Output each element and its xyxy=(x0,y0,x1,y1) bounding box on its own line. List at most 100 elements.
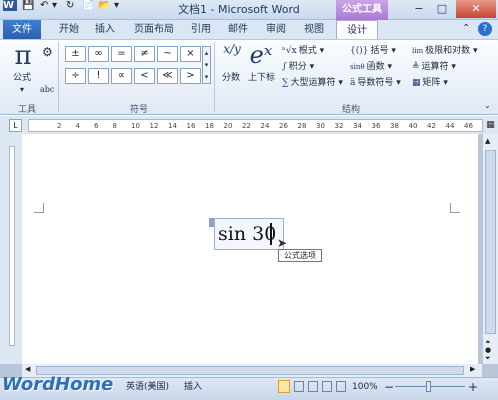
equation-pi-icon[interactable]: π xyxy=(10,42,36,70)
group-dialog-launcher-icon[interactable]: ⌄ xyxy=(484,100,491,112)
ruler-tick-label: 36 xyxy=(371,122,381,130)
symbol-less-than[interactable]: < xyxy=(134,68,155,84)
zoom-slider-thumb[interactable] xyxy=(426,381,431,392)
symbol-proportional[interactable]: ∝ xyxy=(111,68,132,84)
ruler-tick-label: 26 xyxy=(279,122,288,130)
word-app-icon[interactable]: W xyxy=(3,0,17,11)
next-page-icon[interactable]: ⏷ xyxy=(485,354,491,363)
accent-button[interactable]: 导数符号 xyxy=(357,78,393,88)
symbol-plus-minus[interactable]: ± xyxy=(65,46,86,62)
zoom-out-button[interactable]: − xyxy=(384,380,394,394)
script-icon[interactable]: eˣ xyxy=(248,40,274,70)
open-folder-icon[interactable]: 📂 xyxy=(98,0,112,11)
scroll-left-icon[interactable]: ◀ xyxy=(25,365,30,373)
new-document-icon[interactable]: 📄 xyxy=(82,0,96,11)
normal-text-icon[interactable]: abc xyxy=(40,84,54,96)
save-icon[interactable]: 💾 xyxy=(22,0,36,11)
tab-view[interactable]: 视图 xyxy=(298,20,330,39)
fraction-label[interactable]: 分数 xyxy=(222,72,240,84)
symbol-equals[interactable]: = xyxy=(111,46,132,62)
ruler-tick-label: 14 xyxy=(168,122,177,130)
tab-page-layout[interactable]: 页面布局 xyxy=(128,20,180,39)
language-status[interactable]: 英语(美国) xyxy=(126,380,169,394)
symbol-gallery-scroll[interactable]: ▴ ▾ ▾ xyxy=(202,46,211,84)
tab-references[interactable]: 引用 xyxy=(186,20,216,39)
equation-handle[interactable] xyxy=(209,218,214,227)
ruler-tick-label: 4 xyxy=(75,122,80,130)
ribbon-minimize-icon[interactable]: ⌃ xyxy=(462,23,470,34)
draft-view-icon[interactable] xyxy=(336,381,346,392)
equation-options-icon[interactable]: ⚙ xyxy=(42,46,53,58)
radical-icon: ⁿ√x xyxy=(282,46,297,56)
equation-tools-context-label: 公式工具 xyxy=(336,0,388,20)
large-operator-button[interactable]: 大型运算符 xyxy=(290,78,335,88)
tab-file[interactable]: 文件 xyxy=(3,20,41,39)
tab-mailings[interactable]: 邮件 xyxy=(222,20,254,39)
insert-mode-status[interactable]: 插入 xyxy=(184,380,202,394)
view-ruler-icon[interactable]: ▦ xyxy=(485,119,496,132)
quick-access-customize-icon[interactable]: ▾ xyxy=(114,0,124,11)
zoom-level[interactable]: 100% xyxy=(352,380,378,394)
symbol-greater-than[interactable]: > xyxy=(180,68,201,84)
vertical-ruler[interactable] xyxy=(0,134,22,364)
limit-log-button[interactable]: 极限和对数 xyxy=(425,46,470,56)
help-icon[interactable]: ? xyxy=(478,22,492,36)
browse-object-icon[interactable]: ● xyxy=(485,346,491,354)
symbol-times[interactable]: × xyxy=(180,46,201,62)
equation-text[interactable]: sin 30 xyxy=(218,222,276,246)
tab-insert[interactable]: 插入 xyxy=(88,20,122,39)
tab-design[interactable]: 设计 xyxy=(336,20,378,40)
maximize-button[interactable]: □ xyxy=(431,0,453,18)
ruler-tick-label: 42 xyxy=(427,122,436,130)
outline-view-icon[interactable] xyxy=(322,381,332,392)
ruler-tick-label: 24 xyxy=(260,122,270,130)
equation-button-label[interactable]: 公式 xyxy=(13,72,31,84)
tab-selector-icon[interactable]: L xyxy=(9,119,22,132)
operator-icon: ≜ xyxy=(412,62,420,72)
bracket-icon: {()} xyxy=(350,46,369,56)
group-separator xyxy=(214,42,215,112)
symbol-divide[interactable]: ÷ xyxy=(65,68,86,84)
function-button[interactable]: 函数 xyxy=(367,62,385,72)
ruler-tick-label: 10 xyxy=(131,122,140,130)
symbol-not-equal[interactable]: ≠ xyxy=(134,46,155,62)
vertical-scrollbar[interactable]: ▲ ⏶ ● ⏷ xyxy=(482,134,498,364)
ruler-tick-label: 2 xyxy=(57,122,62,130)
ruler-tick-label: 30 xyxy=(316,122,325,130)
undo-icon[interactable]: ↶ xyxy=(40,0,52,11)
ruler-tick-label: 6 xyxy=(94,122,99,130)
tab-review[interactable]: 审阅 xyxy=(260,20,292,39)
integral-button[interactable]: 积分 xyxy=(289,62,307,72)
equation-dropdown-icon[interactable]: ▾ xyxy=(20,84,24,96)
web-layout-view-icon[interactable] xyxy=(308,381,318,392)
symbol-factorial[interactable]: ! xyxy=(88,68,109,84)
scroll-up-icon[interactable]: ▲ xyxy=(485,137,490,145)
ruler-tick-label: 46 xyxy=(464,122,473,130)
print-layout-view-icon[interactable] xyxy=(278,380,290,393)
matrix-button[interactable]: 矩阵 xyxy=(423,78,441,88)
full-screen-reading-view-icon[interactable] xyxy=(294,381,304,392)
script-label[interactable]: 上下标 xyxy=(248,72,275,84)
bracket-button[interactable]: 括号 xyxy=(370,46,388,56)
symbol-much-less-than[interactable]: ≪ xyxy=(157,68,178,84)
close-button[interactable]: ✕ xyxy=(456,0,496,18)
ruler-tick-label: 12 xyxy=(149,122,159,130)
radical-button[interactable]: 根式 xyxy=(299,46,317,56)
scroll-right-icon[interactable]: ▶ xyxy=(470,365,475,373)
horizontal-ruler[interactable]: 2 4 6 8 10 12 14 16 18 20 22 24 26 28 30 32 34 36 38 40 42 44… xyxy=(28,119,483,132)
ruler-tick-label: 32 xyxy=(334,122,344,130)
vertical-scroll-thumb[interactable] xyxy=(485,150,496,334)
undo-dropdown-icon[interactable]: ▾ xyxy=(52,0,62,11)
tab-home[interactable]: 开始 xyxy=(52,20,86,39)
redo-icon[interactable]: ↻ xyxy=(66,0,78,11)
symbol-infinity[interactable]: ∞ xyxy=(88,46,109,62)
matrix-icon: ▦ xyxy=(412,78,421,88)
minimize-button[interactable]: − xyxy=(408,0,430,18)
operator-button[interactable]: 运算符 xyxy=(422,62,449,72)
symbols-group-label: 符号 xyxy=(130,105,149,115)
ruler-tick-label: 8 xyxy=(112,122,117,130)
symbol-tilde[interactable]: ~ xyxy=(157,46,178,62)
zoom-in-button[interactable]: + xyxy=(468,380,478,394)
fraction-icon[interactable]: x/y xyxy=(220,42,244,56)
ruler-tick-label: 18 xyxy=(205,122,214,130)
